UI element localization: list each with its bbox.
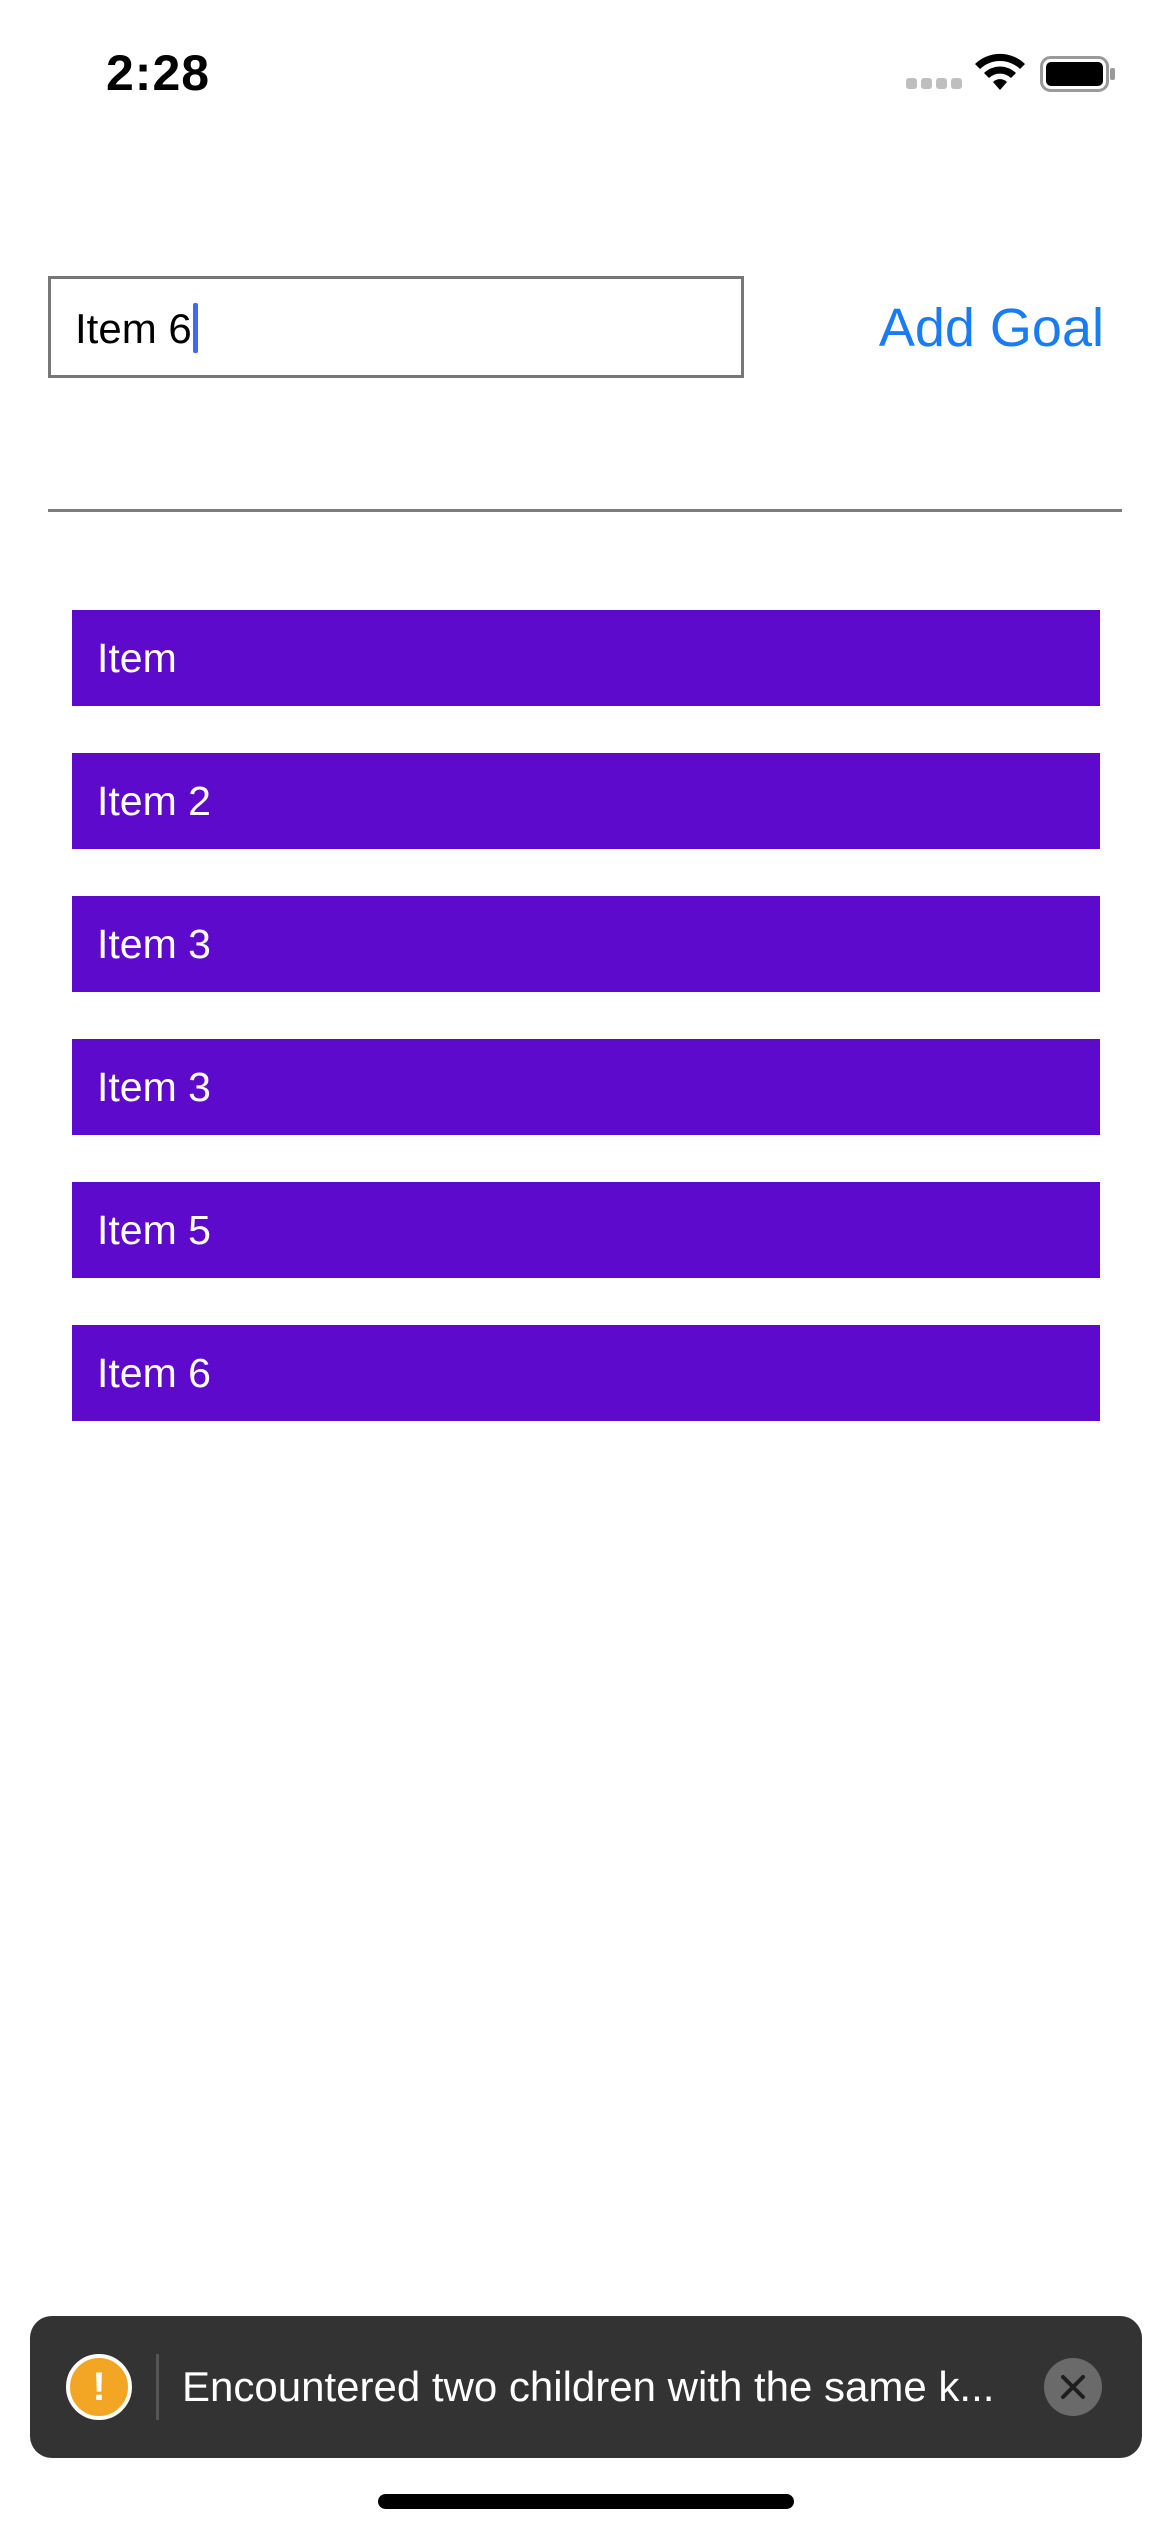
wifi-icon — [975, 53, 1025, 90]
goal-item-label: Item 5 — [97, 1207, 211, 1253]
warning-toast[interactable]: ! Encountered two children with the same… — [30, 2316, 1142, 2458]
battery-icon — [1040, 56, 1115, 92]
goal-item-label: Item — [97, 635, 177, 681]
goal-input-text: Item 6 — [75, 303, 198, 353]
goal-item[interactable]: Item 2 — [72, 753, 1100, 849]
warning-icon: ! — [66, 2354, 132, 2420]
goal-item-label: Item 6 — [97, 1350, 211, 1396]
add-goal-button[interactable]: Add Goal — [872, 292, 1104, 364]
divider — [48, 509, 1122, 512]
goal-input[interactable]: Item 6 — [48, 276, 744, 378]
close-toast-button[interactable] — [1044, 2358, 1102, 2416]
close-icon — [1061, 2375, 1085, 2399]
status-time: 2:28 — [106, 45, 211, 101]
goal-list: Item Item 2 Item 3 Item 3 Item 5 Item 6 — [72, 610, 1100, 1468]
goal-item[interactable]: Item 3 — [72, 896, 1100, 992]
toast-separator — [156, 2354, 159, 2420]
goal-item-label: Item 3 — [97, 1064, 211, 1110]
cellular-signal-icon — [906, 78, 962, 92]
goal-item[interactable]: Item 3 — [72, 1039, 1100, 1135]
goal-item[interactable]: Item 6 — [72, 1325, 1100, 1421]
text-caret — [192, 303, 198, 353]
goal-item[interactable]: Item — [72, 610, 1100, 706]
home-indicator[interactable] — [378, 2494, 794, 2509]
goal-item-label: Item 2 — [97, 778, 211, 824]
goal-item-label: Item 3 — [97, 921, 211, 967]
goal-item[interactable]: Item 5 — [72, 1182, 1100, 1278]
toast-message: Encountered two children with the same k… — [182, 2363, 995, 2410]
goal-input-value: Item 6 — [75, 305, 192, 352]
status-bar: 2:28 — [0, 0, 1170, 140]
